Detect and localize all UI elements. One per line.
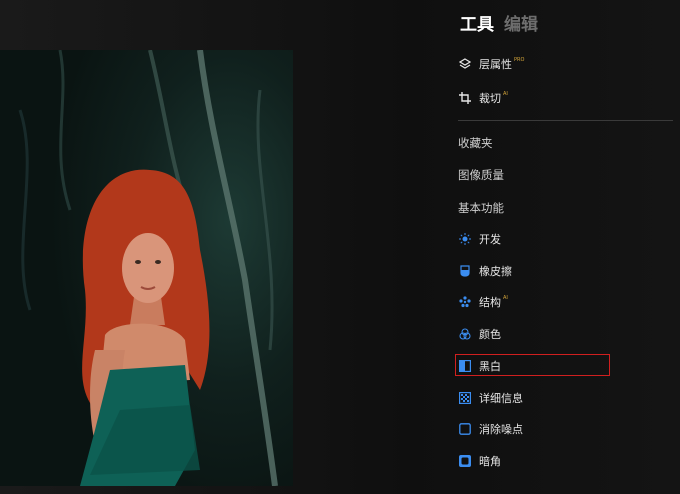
eraser-icon: [458, 265, 471, 278]
tool-label: 详细信息: [479, 392, 523, 405]
tool-label: 颜色: [479, 328, 501, 341]
photo-illustration: [18, 50, 278, 486]
tool-label: 结构: [479, 296, 501, 309]
tool-vignette[interactable]: 暗角: [458, 453, 501, 469]
pro-badge: PRO: [514, 57, 525, 63]
tool-structure[interactable]: 结构 AI: [458, 294, 508, 310]
tool-label: 橡皮擦: [479, 265, 512, 278]
sun-icon: [458, 233, 471, 246]
tool-details[interactable]: 详细信息: [458, 390, 523, 406]
section-favorites[interactable]: 收藏夹: [458, 135, 493, 151]
divider: [458, 120, 673, 121]
tool-develop[interactable]: 开发: [458, 231, 501, 247]
tool-label: 暗角: [479, 455, 501, 468]
tool-denoise[interactable]: 消除噪点: [458, 421, 523, 437]
tool-eraser[interactable]: 橡皮擦: [458, 263, 512, 279]
vignette-icon: [458, 455, 471, 468]
section-basic[interactable]: 基本功能: [458, 200, 504, 216]
tab-edit[interactable]: 编辑: [504, 10, 538, 35]
section-image-quality[interactable]: 图像质量: [458, 167, 504, 183]
structure-icon: [458, 296, 471, 309]
tool-crop[interactable]: 裁切 AI: [458, 90, 508, 106]
tool-label: 消除噪点: [479, 423, 523, 436]
denoise-icon: [458, 423, 471, 436]
crop-icon: [458, 92, 471, 105]
tool-black-white[interactable]: 黑白: [458, 358, 501, 374]
black-white-icon: [458, 360, 471, 373]
photo-preview[interactable]: [0, 50, 293, 486]
tool-label: 裁切: [479, 92, 501, 105]
details-icon: [458, 392, 471, 405]
tool-color[interactable]: 颜色: [458, 326, 501, 342]
tool-label: 开发: [479, 233, 501, 246]
ai-badge: AI: [503, 295, 508, 301]
ai-badge: AI: [503, 91, 508, 97]
tool-label: 层属性: [479, 58, 512, 71]
tool-label: 黑白: [479, 360, 501, 373]
color-icon: [458, 328, 471, 341]
tool-layer-properties[interactable]: 层属性 PRO: [458, 56, 524, 72]
layers-icon: [458, 58, 471, 71]
tab-tools[interactable]: 工具: [460, 10, 494, 35]
